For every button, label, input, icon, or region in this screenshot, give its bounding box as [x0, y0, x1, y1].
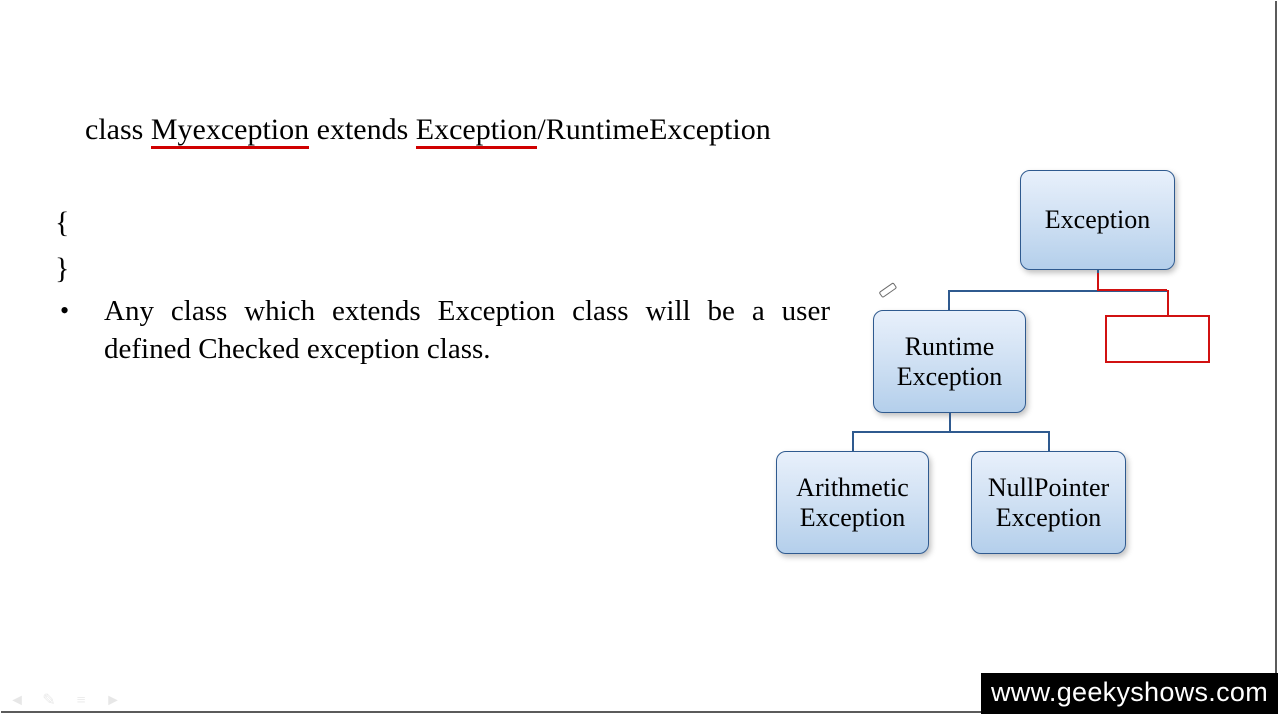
node-label: Exception	[1045, 205, 1150, 235]
node-runtime-exception: Runtime Exception	[873, 310, 1026, 413]
nav-forward-icon[interactable]: ►	[104, 692, 122, 710]
node-nullpointer-exception: NullPointer Exception	[971, 451, 1126, 554]
node-label: NullPointer Exception	[988, 473, 1109, 533]
connector	[1048, 431, 1050, 453]
bullet-text: Any class which extends Exception class …	[104, 292, 830, 368]
code-underlined-exception: Exception	[416, 113, 538, 149]
annotation-red-box	[1105, 315, 1210, 363]
node-exception: Exception	[1020, 170, 1175, 270]
connector	[852, 431, 854, 453]
node-label: Runtime Exception	[897, 332, 1002, 392]
annotation-red-line	[1167, 290, 1169, 317]
node-label: Arithmetic Exception	[796, 473, 909, 533]
code-block: class Myexception extends Exception/Runt…	[55, 60, 771, 293]
hierarchy-diagram: Exception Runtime Exception Arithmetic E…	[770, 170, 1230, 570]
footer-url: www.geekyshows.com	[981, 673, 1278, 714]
code-text: extends	[309, 113, 416, 146]
bullet-list: • Any class which extends Exception clas…	[60, 292, 830, 368]
connector	[852, 431, 1049, 433]
slide-nav: ◄ ✎ ≡ ►	[8, 692, 122, 710]
node-arithmetic-exception: Arithmetic Exception	[776, 451, 929, 554]
bullet-marker: •	[60, 292, 104, 330]
nav-back-icon[interactable]: ◄	[8, 692, 26, 710]
connector	[949, 413, 951, 433]
code-underlined-myexception: Myexception	[151, 113, 309, 149]
code-text: /RuntimeException	[537, 113, 770, 146]
bullet-item: • Any class which extends Exception clas…	[60, 292, 830, 368]
nav-menu-icon[interactable]: ≡	[72, 692, 90, 710]
connector	[948, 290, 950, 312]
nav-pen-icon[interactable]: ✎	[40, 692, 58, 710]
code-line-4: }	[55, 246, 771, 293]
code-line-1: class Myexception extends Exception/Runt…	[55, 60, 771, 200]
annotation-red-line	[1097, 289, 1167, 291]
code-text: class	[85, 113, 151, 146]
code-line-2: {	[55, 200, 771, 247]
